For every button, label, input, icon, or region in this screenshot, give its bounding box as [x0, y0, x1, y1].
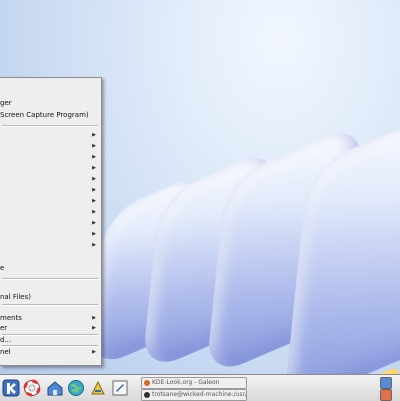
- galeon-icon: [144, 380, 150, 386]
- menu-separator: [2, 304, 98, 306]
- konqueror-globe-icon[interactable]: [67, 379, 85, 397]
- submenu-arrow-icon: ▶: [92, 231, 96, 237]
- home-folder-icon[interactable]: [46, 379, 64, 397]
- submenu-arrow-icon: ▶: [92, 315, 96, 321]
- menu-item[interactable]: d...: [0, 335, 101, 345]
- menu-separator: [2, 125, 98, 127]
- menu-separator: [2, 278, 98, 280]
- submenu-arrow-icon: ▶: [92, 176, 96, 182]
- control-center-icon[interactable]: [89, 379, 107, 397]
- menu-item[interactable]: nal Files): [0, 292, 101, 302]
- menu-item[interactable]: ▶: [0, 240, 101, 250]
- submenu-arrow-icon: ▶: [92, 143, 96, 149]
- tray-orange-button[interactable]: [380, 377, 392, 389]
- menu-item[interactable]: e: [0, 263, 101, 273]
- submenu-arrow-icon: ▶: [92, 209, 96, 215]
- terminal-icon: [144, 392, 150, 398]
- menu-item[interactable]: ments ▶: [0, 313, 101, 323]
- lifebuoy-help-icon[interactable]: [23, 379, 41, 397]
- menu-item[interactable]: ▶: [0, 218, 101, 228]
- submenu-arrow-icon: ▶: [92, 187, 96, 193]
- submenu-arrow-icon: ▶: [92, 165, 96, 171]
- submenu-arrow-icon: ▶: [92, 132, 96, 138]
- submenu-arrow-icon: ▶: [92, 154, 96, 160]
- menu-item[interactable]: ▶: [0, 229, 101, 239]
- tray-blue-button[interactable]: [380, 389, 392, 401]
- menu-item[interactable]: ger: [0, 98, 101, 108]
- menu-item[interactable]: ▶: [0, 163, 101, 173]
- kde-start-icon[interactable]: [2, 379, 20, 397]
- menu-item[interactable]: nel ▶: [0, 347, 101, 357]
- submenu-arrow-icon: ▶: [92, 220, 96, 226]
- submenu-arrow-icon: ▶: [92, 198, 96, 204]
- editor-icon[interactable]: [111, 379, 129, 397]
- submenu-arrow-icon: ▶: [92, 325, 96, 331]
- menu-item[interactable]: Screen Capture Program): [0, 110, 101, 120]
- menu-item[interactable]: ▶: [0, 130, 101, 140]
- menu-item[interactable]: er ▶: [0, 323, 101, 333]
- menu-item[interactable]: ▶: [0, 174, 101, 184]
- submenu-arrow-icon: ▶: [92, 349, 96, 355]
- menu-item[interactable]: ▶: [0, 196, 101, 206]
- taskbar-task[interactable]: trotsane@wicked-machine:/usr/share: [141, 389, 247, 401]
- menu-item[interactable]: ▶: [0, 152, 101, 162]
- kde-start-menu: ger Screen Capture Program) ▶ ▶ ▶ ▶ ▶ ▶ …: [0, 77, 102, 366]
- menu-item[interactable]: ▶: [0, 185, 101, 195]
- kicker-panel: KDE-Look.org - Galeon trotsane@wicked-ma…: [0, 374, 400, 401]
- menu-item[interactable]: ▶: [0, 207, 101, 217]
- taskbar-task[interactable]: KDE-Look.org - Galeon: [141, 377, 247, 389]
- menu-item[interactable]: ▶: [0, 141, 101, 151]
- submenu-arrow-icon: ▶: [92, 242, 96, 248]
